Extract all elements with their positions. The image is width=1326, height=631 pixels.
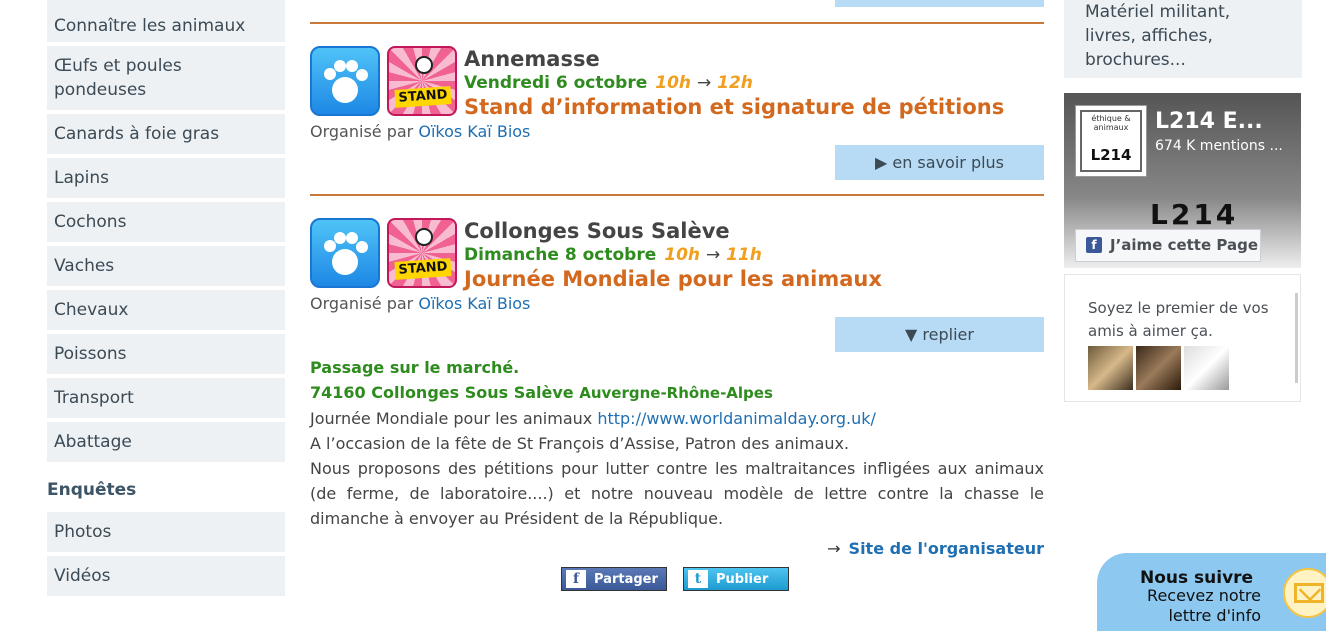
organized-by-label: Organisé par [310, 122, 414, 141]
person-icon [415, 56, 433, 74]
event-city: Collonges Sous Salève [464, 219, 730, 243]
follow-subtitle: Recevez notre lettre d'info [1147, 586, 1261, 625]
event-time-start: 10h [664, 245, 701, 265]
event-description-line: A l’occasion de la fête de St François d… [310, 434, 850, 453]
envelope-icon [1283, 568, 1326, 618]
description-text: Journée Mondiale pour les animaux [310, 409, 593, 428]
stand-icon: STAND [387, 46, 457, 116]
event-time: 10h → 11h [664, 245, 762, 265]
twitter-icon: t [688, 570, 708, 588]
event-place: Passage sur le marché. [310, 358, 520, 377]
event-body: Collonges Sous Salève Dimanche 8 octobre… [464, 218, 882, 292]
event-organizer: Organisé par Oïkos Kaï Bios [310, 294, 530, 313]
sidebar-item-photos[interactable]: Photos [47, 512, 285, 552]
facebook-icon: f [566, 570, 586, 588]
sidebar-item-chevaux[interactable]: Chevaux [47, 290, 285, 330]
worldanimalday-link[interactable]: http://www.worldanimalday.org.uk/ [597, 409, 876, 428]
organizer-site-row: → Site de l'organisateur [310, 536, 1044, 561]
avatar[interactable] [1088, 346, 1133, 390]
event-date-line: Dimanche 8 octobre 10h → 11h [464, 244, 882, 266]
sidebar-item-poissons[interactable]: Poissons [47, 334, 285, 374]
organizer-site-link[interactable]: Site de l'organisateur [849, 539, 1044, 558]
logo-text: L214 [1090, 146, 1132, 164]
paw-icon [310, 46, 380, 116]
event-time: 10h → 12h [655, 73, 753, 93]
logo-tagline: éthique & animaux [1091, 114, 1131, 132]
facebook-likes-count: 674 K mentions ... [1155, 138, 1283, 154]
right-column: Matériel militant, livres, affiches, bro… [1064, 0, 1302, 402]
collapse-button[interactable]: ▼ replier [835, 317, 1044, 352]
facebook-share-label: Partager [594, 572, 658, 587]
event-organizer: Organisé par Oïkos Kaï Bios [310, 122, 530, 141]
organizer-link[interactable]: Oïkos Kaï Bios [418, 294, 530, 313]
sidebar-item-connaitre[interactable]: Connaître les animaux [47, 0, 285, 42]
event-time-end: 11h [726, 245, 762, 265]
event-city: Annemasse [464, 47, 600, 71]
facebook-page-thumbnail[interactable]: éthique & animaux L214 [1075, 105, 1147, 177]
sidebar-item-cochons[interactable]: Cochons [47, 202, 285, 242]
facebook-icon: f [1086, 237, 1102, 253]
avatar[interactable] [1184, 346, 1229, 390]
facebook-page-name[interactable]: L214 E... [1155, 109, 1263, 134]
sidebar-item-oeufs[interactable]: Œufs et poules pondeuses [47, 46, 285, 110]
organizer-link[interactable]: Oïkos Kaï Bios [418, 122, 530, 141]
scrollbar[interactable] [1295, 293, 1298, 383]
avatar[interactable] [1136, 346, 1181, 390]
sidebar-heading-enquetes: Enquêtes [47, 480, 137, 500]
event-postal-city: 74160 Collonges Sous Salève [310, 383, 574, 402]
event-description-paragraph: Nous proposons des pétitions pour lutter… [310, 459, 1044, 528]
event-region: Auvergne-Rhône-Alpes [579, 384, 773, 402]
separator [310, 194, 1044, 196]
facebook-like-page-button[interactable]: f J’aime cette Page [1075, 229, 1261, 262]
sidebar-item-lapins[interactable]: Lapins [47, 158, 285, 198]
event-details: Passage sur le marché. 74160 Collonges S… [310, 355, 1044, 561]
event-time-start: 10h [655, 73, 692, 93]
arrow-icon: → [696, 73, 712, 93]
paw-icon [310, 218, 380, 288]
event-body: Annemasse Vendredi 6 octobre 10h → 12h St… [464, 46, 1004, 120]
newsletter-follow-widget[interactable]: Nous suivre Recevez notre lettre d'info [1097, 553, 1326, 631]
cover-logo: L214 [1150, 198, 1239, 231]
arrow-icon: → [705, 245, 721, 265]
stand-icon: STAND [387, 218, 457, 288]
sidebar-item-vaches[interactable]: Vaches [47, 246, 285, 286]
separator [310, 22, 1044, 24]
friends-like-prompt: Soyez le premier de vos amis à aimer ça. [1088, 299, 1269, 340]
previous-toggle-button[interactable] [835, 0, 1044, 7]
facebook-page-widget: éthique & animaux L214 L214 E... 674 K m… [1064, 93, 1301, 268]
event-address: 74160 Collonges Sous Salève Auvergne-Rhô… [310, 380, 1044, 406]
follow-title: Nous suivre [1140, 568, 1254, 588]
twitter-share-button[interactable]: t Publier [683, 567, 789, 591]
event-title[interactable]: Journée Mondiale pour les animaux [464, 266, 882, 292]
more-info-button[interactable]: ▶ en savoir plus [835, 145, 1044, 180]
sidebar-item-videos[interactable]: Vidéos [47, 556, 285, 596]
sidebar-item-abattage[interactable]: Abattage [47, 422, 285, 462]
sidebar-item-transport[interactable]: Transport [47, 378, 285, 418]
event-date: Dimanche 8 octobre [464, 245, 657, 265]
event-date: Vendredi 6 octobre [464, 73, 648, 93]
organized-by-label: Organisé par [310, 294, 414, 313]
event-title[interactable]: Stand d’information et signature de péti… [464, 94, 1004, 120]
stand-label: STAND [394, 258, 452, 280]
facebook-friends-box: Soyez le premier de vos amis à aimer ça. [1064, 274, 1301, 402]
arrow-right-icon: → [827, 539, 841, 558]
stand-label: STAND [394, 86, 452, 108]
sidebar-item-canards[interactable]: Canards à foie gras [47, 114, 285, 154]
person-icon [415, 228, 433, 246]
l214-logo: éthique & animaux L214 [1080, 110, 1142, 172]
event-date-line: Vendredi 6 octobre 10h → 12h [464, 72, 1004, 94]
event-time-end: 12h [717, 73, 753, 93]
facebook-share-button[interactable]: f Partager [561, 567, 667, 591]
like-page-label: J’aime cette Page [1110, 236, 1258, 254]
material-link[interactable]: Matériel militant, livres, affiches, bro… [1064, 0, 1302, 78]
sidebar-nav: Connaître les animaux Œufs et poules pon… [47, 0, 285, 600]
share-buttons: f Partager t Publier [561, 567, 805, 591]
twitter-share-label: Publier [716, 572, 769, 587]
event-description-line: Journée Mondiale pour les animaux http:/… [310, 406, 1044, 431]
